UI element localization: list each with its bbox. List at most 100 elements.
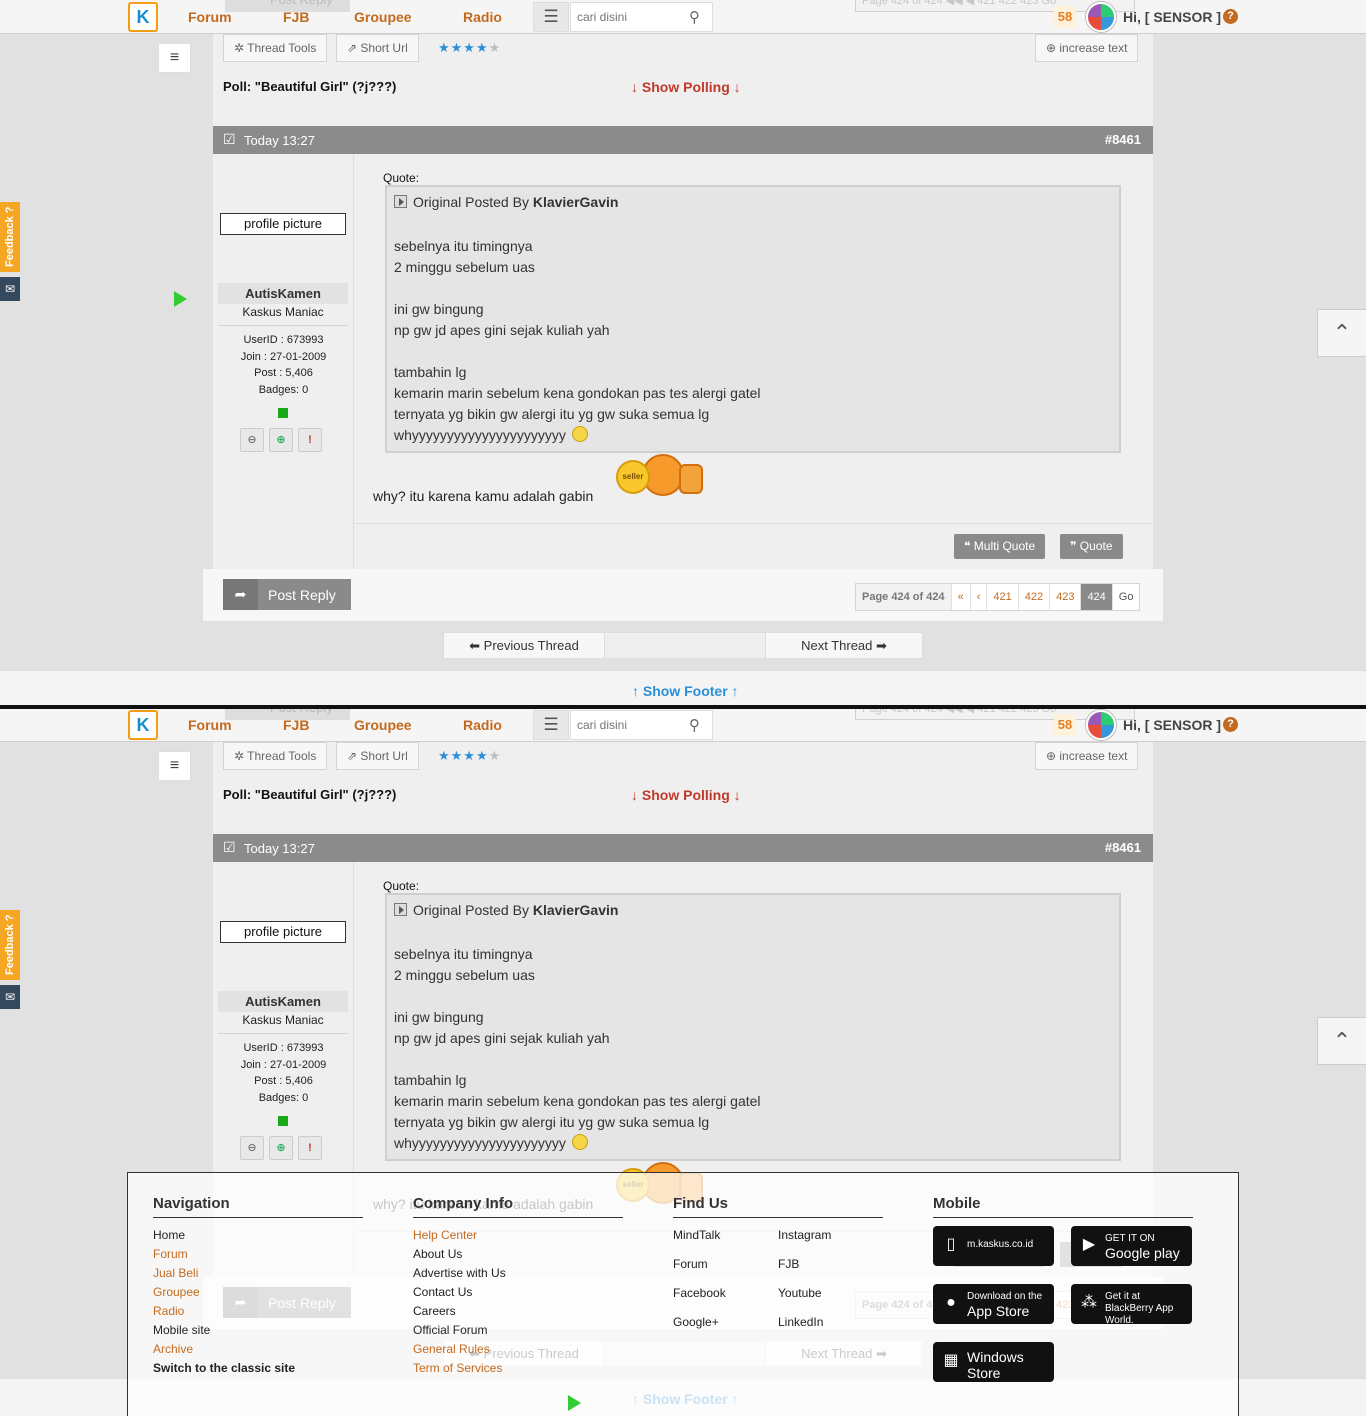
post-number[interactable]: #8461: [1105, 840, 1141, 855]
footer-link-about-us[interactable]: About Us: [413, 1245, 623, 1264]
side-menu-icon[interactable]: ≡: [158, 43, 191, 73]
blackberry-badge[interactable]: ⁂ Get it at BlackBerry App World.: [1071, 1284, 1192, 1326]
username[interactable]: AutisKamen: [218, 991, 348, 1012]
footer-link-forum-social[interactable]: Forum: [673, 1255, 778, 1274]
mkaskus-badge[interactable]: ▯ m.kaskus.co.id: [933, 1226, 1054, 1266]
nav-fjb[interactable]: FJB: [283, 9, 309, 25]
multi-quote-button[interactable]: ❝ Multi Quote: [954, 534, 1046, 559]
notification-count[interactable]: 58: [1054, 6, 1076, 28]
page-link[interactable]: 421: [987, 584, 1019, 610]
user-greeting[interactable]: Hi, [ SENSOR ]: [1123, 9, 1221, 25]
page-link[interactable]: 422: [1019, 584, 1051, 610]
footer-link-fjb[interactable]: FJB: [778, 1255, 883, 1274]
menu-icon[interactable]: ☰: [533, 710, 569, 740]
help-icon[interactable]: ?: [1223, 9, 1238, 24]
side-menu-icon[interactable]: ≡: [158, 751, 191, 781]
footer-link-careers[interactable]: Careers: [413, 1302, 623, 1321]
show-polling-link[interactable]: ↓ Show Polling ↓: [631, 79, 741, 95]
prev-page-icon[interactable]: ‹: [971, 584, 988, 610]
go-button[interactable]: Go: [1113, 584, 1140, 610]
scroll-top-button[interactable]: ⌃: [1317, 309, 1366, 357]
footer-link-archive[interactable]: Archive: [153, 1340, 363, 1359]
quote-author[interactable]: KlavierGavin: [533, 194, 619, 210]
help-icon[interactable]: ?: [1223, 717, 1238, 732]
footer-link-googleplus[interactable]: Google+: [673, 1313, 778, 1332]
short-url-button[interactable]: ⇗ Short Url: [336, 742, 419, 770]
add-friend-icon[interactable]: ⊕: [269, 428, 293, 452]
add-friend-icon[interactable]: ⊕: [269, 1136, 293, 1160]
post-number[interactable]: #8461: [1105, 132, 1141, 147]
footer-link-forum[interactable]: Forum: [153, 1245, 363, 1264]
nav-radio[interactable]: Radio: [463, 9, 502, 25]
footer-link-mindtalk[interactable]: MindTalk: [673, 1226, 778, 1245]
footer-link-official-forum[interactable]: Official Forum: [413, 1321, 623, 1340]
ignore-user-icon[interactable]: ⊖: [240, 1136, 264, 1160]
footer-link-linkedin[interactable]: LinkedIn: [778, 1313, 883, 1332]
footer-link-groupee[interactable]: Groupee: [153, 1283, 363, 1302]
notification-count[interactable]: 58: [1054, 714, 1076, 736]
google-play-badge[interactable]: ▶ GET IT ON Google play: [1071, 1226, 1192, 1266]
feedback-tab[interactable]: Feedback ?: [0, 202, 20, 272]
nav-forum[interactable]: Forum: [188, 9, 232, 25]
menu-icon[interactable]: ☰: [533, 2, 569, 32]
footer-link-contact-us[interactable]: Contact Us: [413, 1283, 623, 1302]
avatar[interactable]: [1086, 710, 1116, 740]
current-page[interactable]: 424: [1081, 584, 1113, 610]
search-icon[interactable]: ⚲: [689, 716, 700, 734]
search-input[interactable]: [577, 716, 677, 734]
search-icon[interactable]: ⚲: [689, 8, 700, 26]
footer-link-general-rules[interactable]: General Rules: [413, 1340, 623, 1359]
feedback-icon[interactable]: ✉: [0, 985, 20, 1009]
kaskus-logo-icon[interactable]: K: [128, 2, 158, 32]
nav-fjb[interactable]: FJB: [283, 717, 309, 733]
footer-link-advertise[interactable]: Advertise with Us: [413, 1264, 623, 1283]
short-url-button[interactable]: ⇗ Short Url: [336, 34, 419, 62]
quote-button[interactable]: ❞ Quote: [1060, 534, 1123, 559]
footer-link-instagram[interactable]: Instagram: [778, 1226, 883, 1245]
increase-text-button[interactable]: ⊕ increase text: [1035, 34, 1139, 62]
nav-forum[interactable]: Forum: [188, 717, 232, 733]
post-reply-button[interactable]: ➦ Post Reply: [223, 579, 351, 610]
footer-link-home[interactable]: Home: [153, 1226, 363, 1245]
view-post-icon[interactable]: [394, 195, 407, 208]
footer-link-terms[interactable]: Term of Services: [413, 1359, 623, 1378]
next-thread-button[interactable]: Next Thread ➡: [765, 633, 922, 658]
windows-store-badge[interactable]: ▦ Windows Store: [933, 1342, 1054, 1382]
previous-thread-button[interactable]: ⬅ Previous Thread: [444, 633, 605, 658]
kaskus-logo-icon[interactable]: K: [128, 710, 158, 740]
profile-picture[interactable]: profile picture: [220, 921, 346, 943]
search-input[interactable]: [577, 8, 677, 26]
footer-link-facebook[interactable]: Facebook: [673, 1284, 778, 1303]
footer-link-classic-site[interactable]: Switch to the classic site: [153, 1359, 363, 1378]
username[interactable]: AutisKamen: [218, 283, 348, 304]
profile-picture[interactable]: profile picture: [220, 213, 346, 235]
user-greeting[interactable]: Hi, [ SENSOR ]: [1123, 717, 1221, 733]
footer-link-mobile-site[interactable]: Mobile site: [153, 1321, 363, 1340]
feedback-tab[interactable]: Feedback ?: [0, 910, 20, 980]
view-post-icon[interactable]: [394, 903, 407, 916]
avatar[interactable]: [1086, 2, 1116, 32]
thread-tools-button[interactable]: ✲ Thread Tools: [223, 742, 328, 770]
nav-groupee[interactable]: Groupee: [354, 9, 412, 25]
page-link[interactable]: 423: [1050, 584, 1082, 610]
nav-radio[interactable]: Radio: [463, 717, 502, 733]
footer-link-youtube[interactable]: Youtube: [778, 1284, 883, 1303]
increase-text-button[interactable]: ⊕ increase text: [1035, 742, 1139, 770]
app-store-badge[interactable]: ● Download on the App Store: [933, 1284, 1054, 1324]
footer-link-radio[interactable]: Radio: [153, 1302, 363, 1321]
footer-link-jual-beli[interactable]: Jual Beli: [153, 1264, 363, 1283]
report-icon[interactable]: !: [298, 1136, 322, 1160]
thread-tools-button[interactable]: ✲ Thread Tools: [223, 34, 328, 62]
quote-author[interactable]: KlavierGavin: [533, 902, 619, 918]
feedback-icon[interactable]: ✉: [0, 277, 20, 301]
thread-rating[interactable]: ★★★★★: [438, 40, 501, 56]
thread-rating[interactable]: ★★★★★: [438, 748, 501, 764]
show-footer-link[interactable]: ↑ Show Footer ↑: [632, 683, 739, 699]
nav-groupee[interactable]: Groupee: [354, 717, 412, 733]
first-page-icon[interactable]: «: [952, 584, 971, 610]
footer-link-help-center[interactable]: Help Center: [413, 1226, 623, 1245]
show-polling-link[interactable]: ↓ Show Polling ↓: [631, 787, 741, 803]
ignore-user-icon[interactable]: ⊖: [240, 428, 264, 452]
scroll-top-button[interactable]: ⌃: [1317, 1017, 1366, 1065]
report-icon[interactable]: !: [298, 428, 322, 452]
